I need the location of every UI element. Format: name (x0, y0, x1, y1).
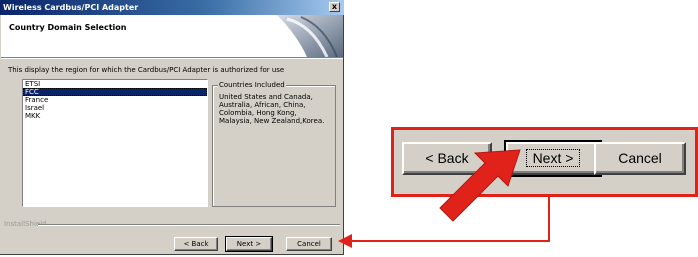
annotation-overlay (338, 149, 550, 248)
connector-arrowhead-icon (338, 234, 352, 248)
pointer-arrow-icon (439, 149, 521, 222)
